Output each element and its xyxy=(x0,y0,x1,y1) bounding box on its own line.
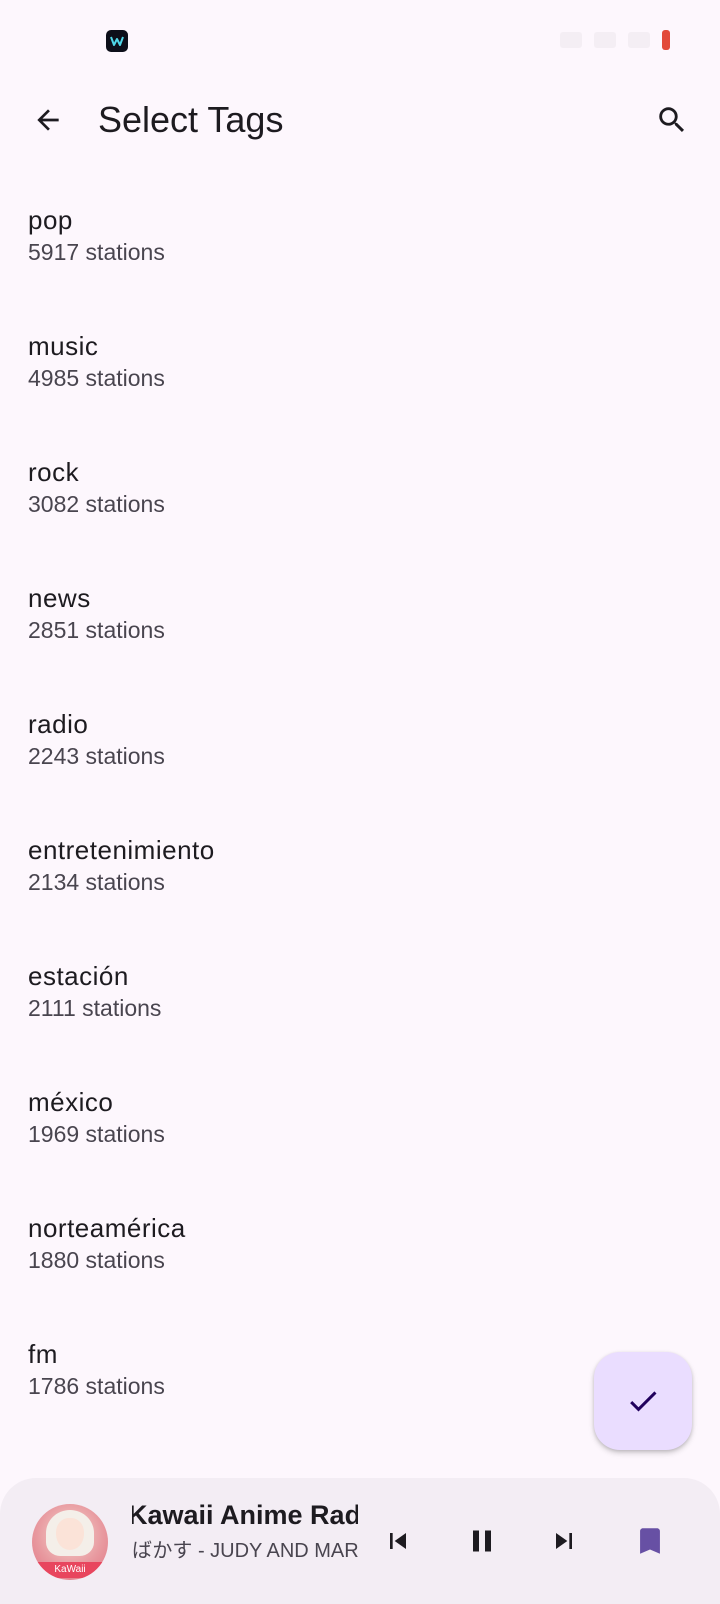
tag-station-count: 2111 stations xyxy=(28,995,162,1021)
tag-station-count: 1786 stations xyxy=(28,1373,165,1399)
status-icons xyxy=(560,30,670,50)
app-bar: Select Tags xyxy=(0,80,720,160)
tag-name: pop xyxy=(28,205,73,235)
skip-next-icon xyxy=(556,1533,572,1549)
status-bar: 8:36 xyxy=(0,0,720,80)
album-art: KaWaii xyxy=(32,1504,108,1580)
list-item[interactable]: norteamérica 1880 stations xyxy=(0,1186,720,1312)
tag-name: news xyxy=(28,583,91,613)
list-item[interactable]: pop 5917 stations xyxy=(0,178,720,304)
confirm-fab[interactable] xyxy=(594,1352,692,1450)
tag-name: norteamérica xyxy=(28,1213,186,1243)
tag-station-count: 2851 stations xyxy=(28,617,165,643)
track-info: Kawaii Anime Radio ばかす - JUDY AND MARY xyxy=(132,1498,358,1566)
signal-icon xyxy=(594,32,616,48)
list-item[interactable]: news 2851 stations xyxy=(0,556,720,682)
tag-station-count: 2243 stations xyxy=(28,743,165,769)
skip-previous-button[interactable] xyxy=(374,1517,422,1565)
app-notification-icon xyxy=(106,30,128,52)
skip-next-button[interactable] xyxy=(540,1517,588,1565)
tag-name: estación xyxy=(28,961,129,991)
skip-previous-icon xyxy=(390,1533,406,1549)
list-item[interactable]: music 4985 stations xyxy=(0,304,720,430)
album-badge: KaWaii xyxy=(32,1562,108,1578)
tag-name: fm xyxy=(28,1339,58,1369)
track-title: Kawaii Anime Radio xyxy=(132,1500,358,1530)
tag-name: entretenimiento xyxy=(28,835,215,865)
wifi-icon xyxy=(628,32,650,48)
tag-station-count: 3082 stations xyxy=(28,491,165,517)
check-icon xyxy=(630,1391,657,1412)
tag-name: rock xyxy=(28,457,80,487)
tag-name: radio xyxy=(28,709,89,739)
bookmark-icon xyxy=(640,1528,660,1554)
tag-name: méxico xyxy=(28,1087,114,1117)
tag-name: music xyxy=(28,331,99,361)
list-item[interactable]: entretenimiento 2134 stations xyxy=(0,808,720,934)
pause-button[interactable] xyxy=(458,1517,506,1565)
battery-icon xyxy=(662,30,670,50)
track-subtitle: ばかす - JUDY AND MARY xyxy=(132,1540,358,1562)
tag-station-count: 1969 stations xyxy=(28,1121,165,1147)
status-time: 8:36 xyxy=(46,30,82,50)
tag-station-count: 4985 stations xyxy=(28,365,165,391)
tag-list: pop 5917 stations music 4985 stations ro… xyxy=(0,178,720,1438)
list-item[interactable]: estación 2111 stations xyxy=(0,934,720,1060)
tag-station-count: 1880 stations xyxy=(28,1247,165,1273)
bluetooth-icon xyxy=(560,32,582,48)
mini-player[interactable]: KaWaii Kawaii Anime Radio ばかす - JUDY AND… xyxy=(0,1478,720,1604)
tag-station-count: 2134 stations xyxy=(28,869,165,895)
page-title: Select Tags xyxy=(98,99,284,140)
bookmark-button[interactable] xyxy=(626,1517,674,1565)
arrow-back-icon xyxy=(37,109,59,131)
back-button[interactable] xyxy=(24,96,72,144)
list-item[interactable]: radio 2243 stations xyxy=(0,682,720,808)
list-item[interactable]: méxico 1969 stations xyxy=(0,1060,720,1186)
search-button[interactable] xyxy=(648,96,696,144)
list-item[interactable]: rock 3082 stations xyxy=(0,430,720,556)
tag-station-count: 5917 stations xyxy=(28,239,165,265)
search-icon xyxy=(659,107,685,133)
pause-icon xyxy=(473,1530,491,1552)
